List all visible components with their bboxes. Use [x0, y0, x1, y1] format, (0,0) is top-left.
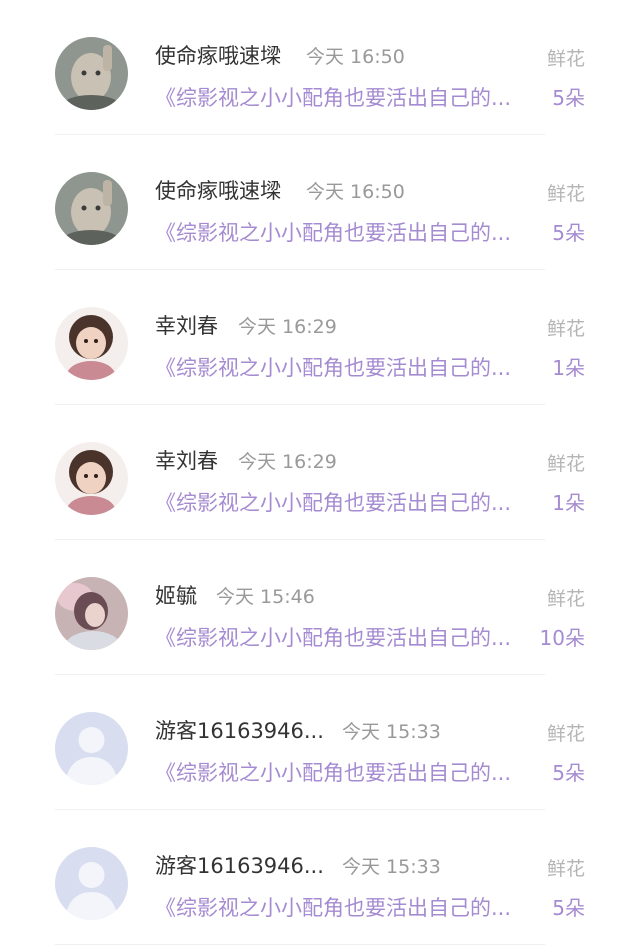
divider: [55, 944, 545, 945]
book-title-link[interactable]: 《综影视之小小配角也要活出自己的...: [155, 352, 511, 382]
timestamp: 今天 16:29: [238, 451, 337, 473]
username[interactable]: 幸刘春: [155, 310, 218, 340]
timestamp: 今天 16:50: [306, 46, 405, 68]
list-item[interactable]: 幸刘春 今天 16:29 《综影视之小小配角也要活出自己的... 鲜花 1朵: [0, 270, 640, 405]
girl-photo-icon: [55, 307, 128, 380]
username[interactable]: 游客16163946...: [155, 850, 324, 880]
gift-count: 1朵: [552, 356, 585, 380]
list-item[interactable]: 使命瘃哦速墚 今天 16:50 《综影视之小小配角也要活出自己的... 鲜花 5…: [0, 0, 640, 135]
gift-type: 鲜花: [546, 453, 585, 475]
book-title-link[interactable]: 《综影视之小小配角也要活出自己的...: [155, 892, 511, 922]
avatar[interactable]: [55, 442, 128, 515]
book-title-link[interactable]: 《综影视之小小配角也要活出自己的...: [155, 487, 511, 517]
gift-type: 鲜花: [546, 723, 585, 745]
timestamp: 今天 15:33: [342, 856, 441, 878]
avatar[interactable]: [55, 37, 128, 110]
child-photo-icon: [55, 172, 128, 245]
avatar[interactable]: [55, 307, 128, 380]
book-title-link[interactable]: 《综影视之小小配角也要活出自己的...: [155, 622, 511, 652]
username[interactable]: 幸刘春: [155, 445, 218, 475]
gift-type: 鲜花: [546, 858, 585, 880]
username[interactable]: 姬毓: [155, 580, 197, 610]
list-item[interactable]: 幸刘春 今天 16:29 《综影视之小小配角也要活出自己的... 鲜花 1朵: [0, 405, 640, 540]
avatar[interactable]: [55, 577, 128, 650]
gift-count: 10朵: [539, 626, 585, 650]
gift-type: 鲜花: [546, 48, 585, 70]
list-item[interactable]: 使命瘃哦速墚 今天 16:50 《综影视之小小配角也要活出自己的... 鲜花 5…: [0, 135, 640, 270]
book-title-link[interactable]: 《综影视之小小配角也要活出自己的...: [155, 217, 511, 247]
child-photo-icon: [55, 37, 128, 110]
timestamp: 今天 15:46: [216, 586, 315, 608]
username[interactable]: 游客16163946...: [155, 715, 324, 745]
username[interactable]: 使命瘃哦速墚: [155, 175, 281, 205]
girl-photo-icon: [55, 442, 128, 515]
woman-photo-icon: [55, 577, 128, 650]
gift-type: 鲜花: [546, 183, 585, 205]
default-user-icon: [55, 712, 128, 785]
gift-count: 5朵: [552, 761, 585, 785]
gift-count: 5朵: [552, 221, 585, 245]
gift-count: 5朵: [552, 86, 585, 110]
book-title-link[interactable]: 《综影视之小小配角也要活出自己的...: [155, 82, 511, 112]
list-item[interactable]: 姬毓 今天 15:46 《综影视之小小配角也要活出自己的... 鲜花 10朵: [0, 540, 640, 675]
avatar[interactable]: [55, 712, 128, 785]
gift-type: 鲜花: [546, 318, 585, 340]
gift-list: 使命瘃哦速墚 今天 16:50 《综影视之小小配角也要活出自己的... 鲜花 5…: [0, 0, 640, 945]
gift-count: 1朵: [552, 491, 585, 515]
list-item[interactable]: 游客16163946... 今天 15:33 《综影视之小小配角也要活出自己的.…: [0, 675, 640, 810]
timestamp: 今天 16:29: [238, 316, 337, 338]
avatar[interactable]: [55, 847, 128, 920]
gift-type: 鲜花: [546, 588, 585, 610]
avatar[interactable]: [55, 172, 128, 245]
timestamp: 今天 16:50: [306, 181, 405, 203]
list-item[interactable]: 游客16163946... 今天 15:33 《综影视之小小配角也要活出自己的.…: [0, 810, 640, 945]
timestamp: 今天 15:33: [342, 721, 441, 743]
book-title-link[interactable]: 《综影视之小小配角也要活出自己的...: [155, 757, 511, 787]
gift-count: 5朵: [552, 896, 585, 920]
default-user-icon: [55, 847, 128, 920]
username[interactable]: 使命瘃哦速墚: [155, 40, 281, 70]
